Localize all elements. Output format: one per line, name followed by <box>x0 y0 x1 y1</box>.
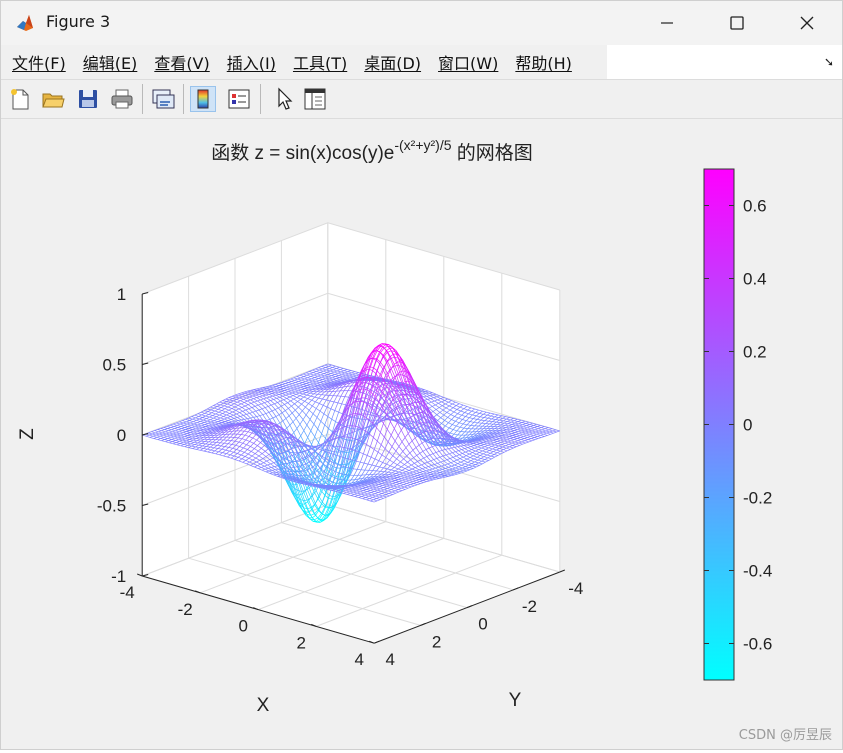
mesh-line <box>501 434 505 435</box>
mesh-line <box>340 379 344 380</box>
legend-button[interactable] <box>226 86 252 112</box>
mesh-line <box>499 437 503 438</box>
minimize-button[interactable] <box>632 1 702 45</box>
mesh-line <box>493 422 497 423</box>
mesh-line <box>506 429 510 430</box>
mesh-line <box>469 434 473 435</box>
mesh-line <box>314 385 318 386</box>
mesh-plot[interactable]: 函数 z = sin(x)cos(y)e-(x²+y²)/5 的网格图 10.5… <box>1 119 842 749</box>
mesh-line <box>326 386 330 387</box>
mesh-line <box>481 420 485 421</box>
mesh-line <box>482 434 486 435</box>
menu-item[interactable]: 插入(I) <box>216 50 276 74</box>
close-icon <box>799 15 815 31</box>
link-plot-icon <box>150 86 176 112</box>
colorbar-button[interactable] <box>190 86 216 112</box>
toolbar <box>1 79 842 119</box>
window-title: Figure 3 <box>46 12 110 31</box>
menu-bar: 文件(F)编辑(E)查看(V) 插入(I)工具(T)桌面(D)窗口(W)帮助(H)… <box>1 45 842 79</box>
mesh-line <box>311 386 315 387</box>
link-plot-button[interactable] <box>150 86 176 112</box>
menu-strip: 文件(F)编辑(E)查看(V) 插入(I)工具(T)桌面(D)窗口(W)帮助(H) <box>1 45 607 79</box>
colorbar-icon <box>191 87 215 111</box>
print-button[interactable] <box>109 86 135 112</box>
menu-item[interactable]: 桌面(D) <box>353 50 421 74</box>
maximize-icon <box>729 15 745 31</box>
title-bar[interactable]: Figure 3 <box>1 1 842 45</box>
save-icon <box>75 86 101 112</box>
mesh-line <box>308 387 312 388</box>
menu-item[interactable]: 文件(F) <box>1 50 66 74</box>
property-inspector-icon <box>302 86 328 112</box>
mesh-line <box>476 441 480 442</box>
mesh-line <box>486 434 490 435</box>
menu-item[interactable]: 编辑(E) <box>72 50 138 74</box>
new-figure-icon <box>7 86 33 112</box>
mesh-line <box>493 439 497 440</box>
new-figure-button[interactable] <box>7 86 33 112</box>
minimize-icon <box>659 15 675 31</box>
mesh-line <box>504 432 508 433</box>
menu-item[interactable]: 窗口(W) <box>427 50 498 74</box>
mesh-line <box>328 389 332 390</box>
save-button[interactable] <box>75 86 101 112</box>
mesh-line <box>496 438 500 439</box>
menu-item[interactable]: 帮助(H) <box>504 50 572 74</box>
maximize-button[interactable] <box>702 1 772 45</box>
mesh-line <box>474 422 478 423</box>
menu-expand-icon[interactable]: ➘ <box>824 55 834 69</box>
pointer-button[interactable] <box>271 86 297 112</box>
mesh-line <box>500 423 504 424</box>
menu-item[interactable]: 工具(T) <box>282 50 347 74</box>
toolbar-separator <box>260 84 261 114</box>
figure-canvas[interactable]: 函数 z = sin(x)cos(y)e-(x²+y²)/5 的网格图 10.5… <box>1 119 842 749</box>
close-button[interactable] <box>772 1 842 45</box>
mesh-line <box>327 387 331 388</box>
open-file-icon <box>40 86 66 112</box>
mesh-line <box>309 389 313 390</box>
mesh-line <box>462 438 466 439</box>
mesh-line <box>347 379 351 380</box>
pointer-icon <box>271 86 297 112</box>
figure-window: Figure 3 文件(F)编辑(E)查看(V) 插入(I)工具(T)桌面(D)窗… <box>0 0 843 750</box>
print-icon <box>109 86 135 112</box>
matlab-logo-icon <box>15 13 35 33</box>
mesh-line <box>301 471 304 472</box>
property-inspector-button[interactable] <box>302 86 328 112</box>
mesh-line <box>496 422 500 423</box>
menu-item[interactable]: 查看(V) <box>143 50 209 74</box>
open-file-button[interactable] <box>40 86 66 112</box>
legend-icon <box>226 86 252 112</box>
mesh-line <box>317 384 321 385</box>
toolbar-separator <box>183 84 184 114</box>
mesh-line <box>502 435 506 436</box>
mesh-line <box>314 394 318 395</box>
toolbar-separator <box>142 84 143 114</box>
mesh-line <box>464 428 468 429</box>
mesh-line <box>473 434 477 435</box>
mesh-line <box>483 441 487 442</box>
mesh-line <box>506 427 510 428</box>
mesh-line <box>481 433 485 434</box>
